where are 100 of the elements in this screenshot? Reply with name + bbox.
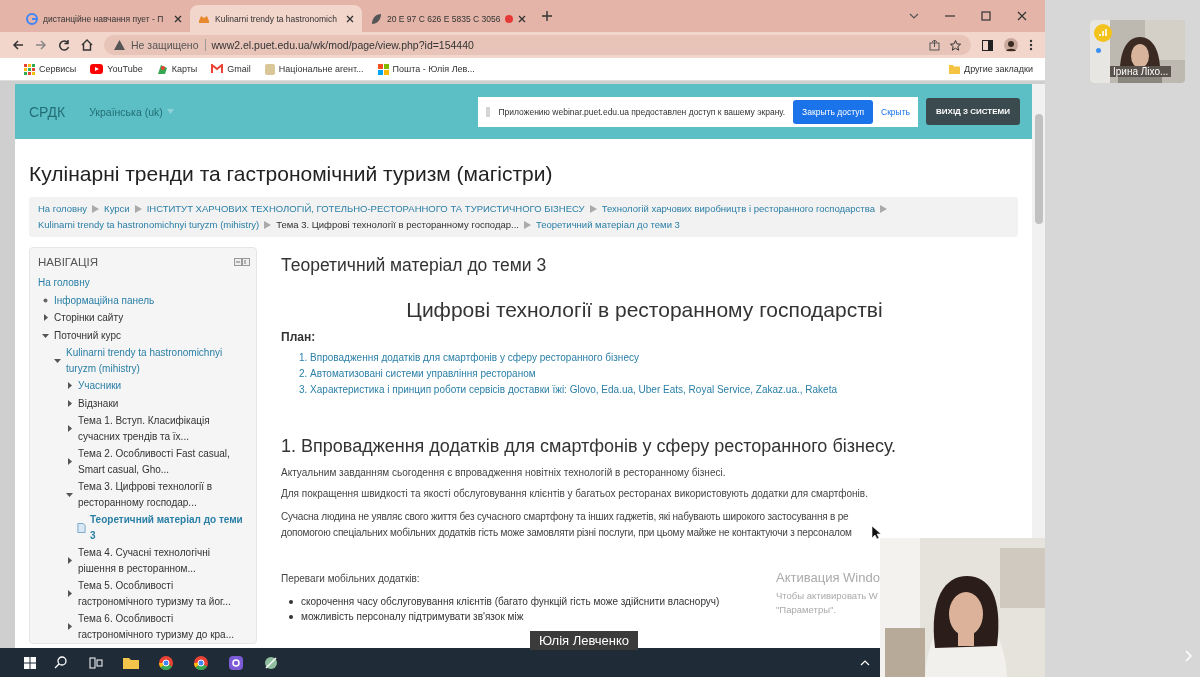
bullet-icon (289, 599, 293, 604)
breadcrumb-item[interactable]: Kulinarni trendy ta hastronomichnyi turyzm (mihistry) (38, 217, 260, 233)
breadcrumb-item[interactable]: Теоретичний матеріал до теми 3 (535, 217, 680, 233)
separator-icon (92, 205, 100, 213)
plan-link[interactable]: 2. Автоматизовані системи управління рестораном (299, 368, 536, 379)
browser-icon[interactable] (191, 654, 211, 671)
caret-down-icon[interactable] (53, 356, 62, 365)
article-heading: Цифрові технології в ресторанному господарстві (405, 298, 884, 322)
nav-item[interactable]: Інформаційна панель (54, 292, 250, 308)
caret-right-icon[interactable] (65, 424, 74, 433)
activation-text: "Параметры". (776, 603, 838, 617)
separator-icon (523, 221, 531, 229)
nav-item[interactable]: На головну (38, 275, 250, 291)
nav-item[interactable]: Тема 4. Сучасні технологічні рішення в ресторанном... (78, 545, 250, 576)
caret-right-icon[interactable] (65, 457, 74, 466)
caret-right-icon[interactable] (65, 381, 74, 391)
mail-icon (211, 64, 224, 74)
chevron-up-icon[interactable] (860, 659, 870, 666)
breadcrumb-item[interactable]: На головну (38, 201, 88, 217)
security-label: Не защищено (131, 39, 199, 51)
plan-label: План: (281, 330, 316, 344)
list-heading: Переваги мобільних додатків: (281, 573, 420, 584)
browser-tab[interactable]: дистанційне навчання пует - П (18, 5, 190, 32)
breadcrumb-item[interactable]: ІНСТИТУТ ХАРЧОВИХ ТЕХНОЛОГІЙ, ГОТЕЛЬНО-РЕСТОРАННОГО ТА ТУРИСТИЧНОГО БІЗНЕСУ (146, 201, 585, 217)
page-title: Теоретичний матеріал до теми 3 (281, 255, 547, 276)
nav-item[interactable]: Тема 3. Цифрові технології в ресторанному господар... (78, 479, 250, 510)
close-icon[interactable] (518, 14, 527, 23)
activation-title: Активация Windo (776, 570, 880, 585)
nav-item[interactable]: Учасники (78, 378, 250, 394)
nav-item[interactable]: Тема 2. Особливості Fast casual, Smart casual, Gho... (78, 446, 250, 477)
folder-icon[interactable] (121, 655, 141, 670)
reload-icon[interactable] (58, 39, 70, 51)
plus-icon[interactable] (542, 11, 552, 21)
mouse-cursor-icon (872, 526, 881, 539)
menu-icon[interactable] (1029, 39, 1033, 51)
nav-item[interactable]: Поточний курс (54, 327, 250, 343)
caret-down-icon[interactable] (65, 490, 74, 499)
caret-icon (166, 109, 174, 114)
windows-start-icon[interactable] (24, 656, 36, 669)
paragraph-line: Сучасна людина не уявляє свого життя без сучасного смартфону та інших гаджетів, які набувають широкого застосування в ре (281, 510, 849, 524)
plan-link[interactable]: 3. Характеристика і принцип роботи сервісів доставки їжі: Glovo, Eda.ua, Uber Eats, Royal Service, Zakaz.ua., Raketa (299, 384, 837, 395)
url-text: www2.el.puet.edu.ua/wk/mod/page/view.php?id=154440 (211, 39, 474, 51)
paragraph: Актуальним завданням сьогодення є впровадження новітніх технологій в ресторанному бізнесі. (281, 467, 726, 478)
home-icon[interactable] (81, 39, 93, 51)
avatar-icon[interactable] (1004, 38, 1018, 52)
play-icon (90, 64, 104, 74)
list-item: можливість персоналу підтримувати зв'язок між (301, 610, 524, 624)
stop-sharing-button[interactable]: Закрыть доступ (793, 99, 873, 124)
close-icon[interactable] (1017, 11, 1027, 21)
app-icon[interactable] (226, 654, 246, 671)
folder-icon (949, 64, 961, 74)
caret-right-icon[interactable] (65, 622, 74, 631)
paragraph: Для покращення швидкості та якості обслуговування клієнтів у багатьох ресторанах використовують додатки для смартфонів. (281, 488, 868, 499)
address-bar[interactable]: Не защищено www2.el.puet.edu.ua/wk/mod/page/view.php?id=154440 (104, 35, 971, 55)
caret-right-icon[interactable] (65, 589, 74, 598)
caret-right-icon[interactable] (65, 556, 74, 565)
breadcrumb-item[interactable]: Курси (104, 201, 130, 217)
browser-icon[interactable] (156, 654, 176, 671)
close-icon[interactable] (346, 14, 354, 23)
chevron-down-icon[interactable] (909, 11, 919, 21)
bookmark[interactable]: Gmail (211, 64, 251, 74)
browser-tab[interactable]: Kulinarni trendy ta hastronomich (190, 5, 362, 32)
share-icon[interactable] (929, 39, 940, 51)
bookmark[interactable]: Національне агент... (264, 63, 364, 75)
separator-icon (879, 205, 887, 213)
plan-link[interactable]: 1. Впровадження додатків для смартфонів у сферу ресторанного бізнесу (299, 352, 639, 363)
nav-item[interactable]: Kulinarni trendy ta hastronomichnyi turyzm (mihistry) (66, 345, 250, 376)
bookmark[interactable]: Сервисы (24, 63, 77, 75)
warning-icon (114, 40, 125, 50)
nav-item[interactable]: Сторінки сайту (54, 310, 250, 326)
back-icon[interactable] (12, 39, 24, 51)
separator-icon (589, 205, 597, 213)
bookmark[interactable]: Пошта - Юлія Лев... (377, 63, 475, 75)
caret-right-icon[interactable] (41, 313, 50, 323)
logout-button[interactable]: ВИХІД З СИСТЕМИ (926, 98, 1020, 125)
nav-item[interactable]: Теоретичний матеріал до теми 3 (90, 512, 250, 543)
bookmark-folder[interactable]: Другие закладки (949, 64, 1033, 74)
task-view-icon[interactable] (86, 656, 106, 669)
bookmark[interactable]: YouTube (90, 64, 143, 74)
breadcrumb-item[interactable]: Технологій харчових виробництв і ресторанного господарства (601, 201, 875, 217)
page-icon (77, 521, 86, 534)
leaf-icon (370, 12, 382, 25)
paragraph-line: допомогою спеціальних мобільних додатків гість може замовляти різні послуги, при цьому майже не контактуючи з персоналом (281, 526, 852, 540)
bookmark[interactable]: Карты (156, 63, 198, 75)
sidebar-icon[interactable] (982, 39, 993, 51)
scrollbar-thumb[interactable] (1034, 114, 1043, 224)
forward-icon[interactable] (35, 39, 47, 51)
close-icon[interactable] (174, 14, 182, 23)
browser-tab[interactable]: 20 E 97 C 626 E 5835 C 3056 (362, 5, 534, 32)
map-pin-icon (156, 63, 168, 75)
caret-right-icon[interactable] (65, 398, 74, 408)
nav-item[interactable]: Тема 5. Особливості гастрономічного туризму та йог... (78, 578, 250, 609)
hide-link[interactable]: Скрыть (881, 106, 910, 117)
nav-item[interactable]: Тема 1. Вступ. Класифікація сучасних трендів та їх... (78, 413, 250, 444)
nav-item[interactable]: Відзнаки (78, 395, 250, 411)
separator-icon (264, 221, 272, 229)
nav-item[interactable]: Тема 6. Особливості гастрономічного туризму до кра... (78, 611, 250, 642)
maximize-icon[interactable] (981, 11, 991, 21)
star-icon[interactable] (950, 39, 961, 51)
apps-grid-icon (24, 63, 35, 75)
